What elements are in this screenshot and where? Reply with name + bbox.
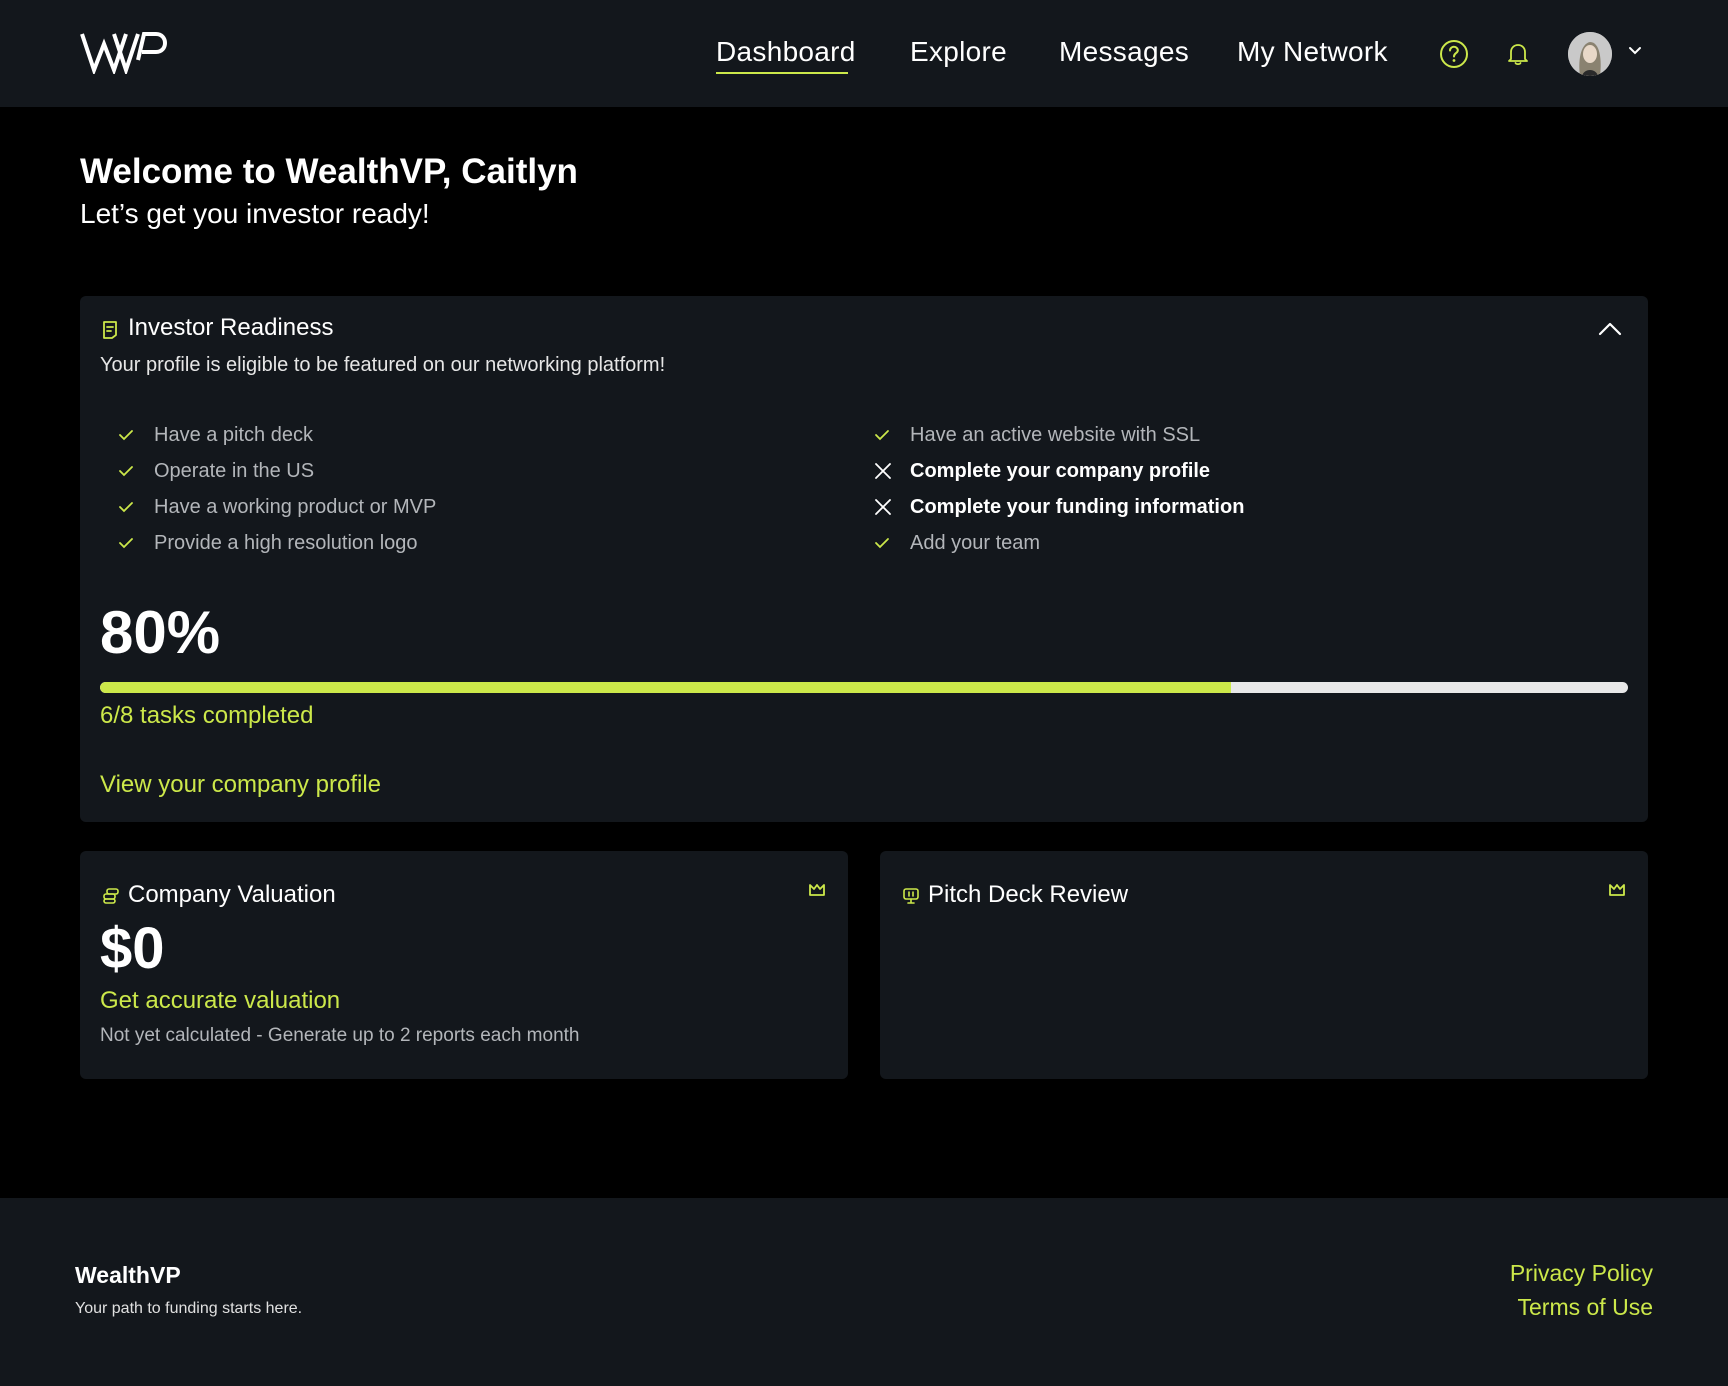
tasks-completed-text: 6/8 tasks completed <box>100 702 314 729</box>
pitch-deck-review-card: Pitch Deck Review <box>880 851 1648 1079</box>
readiness-description: Your profile is eligible to be featured … <box>100 354 666 376</box>
coins-icon <box>103 888 119 904</box>
readiness-percent: 80% <box>100 599 221 666</box>
check-icon <box>875 538 889 549</box>
crown-icon <box>1609 884 1625 896</box>
check-icon <box>119 502 133 513</box>
checklist-label: Complete your funding information <box>910 496 1245 518</box>
terms-of-use-link[interactable]: Terms of Use <box>1518 1294 1653 1321</box>
checklist-label: Have an active website with SSL <box>910 424 1201 446</box>
footer: WealthVP Your path to funding starts her… <box>0 1198 1728 1386</box>
close-icon <box>875 499 891 515</box>
page-title: Welcome to WealthVP, Caitlyn <box>80 152 578 191</box>
nav-my-network[interactable]: My Network <box>1237 36 1388 68</box>
page-subtitle: Let’s get you investor ready! <box>80 198 430 229</box>
pitch-title: Pitch Deck Review <box>928 881 1129 908</box>
checklist-label: Have a working product or MVP <box>154 496 437 518</box>
check-icon <box>875 430 889 441</box>
top-navigation-bar: Dashboard Explore Messages My Network <box>0 0 1728 107</box>
nav-messages[interactable]: Messages <box>1059 36 1189 68</box>
valuation-title: Company Valuation <box>128 881 336 908</box>
check-icon <box>119 466 133 477</box>
checklist-label: Add your team <box>910 532 1041 554</box>
crown-icon <box>809 884 825 896</box>
help-circle-icon[interactable] <box>1439 39 1469 69</box>
valuation-note: Not yet calculated - Generate up to 2 re… <box>100 1025 580 1046</box>
check-icon <box>119 430 133 441</box>
nav-dashboard[interactable]: Dashboard <box>716 36 856 74</box>
investor-readiness-card: Investor Readiness Your profile is eligi… <box>80 296 1648 822</box>
get-valuation-link[interactable]: Get accurate valuation <box>100 987 340 1015</box>
readiness-progress-bar <box>100 682 1628 693</box>
readiness-title: Investor Readiness <box>128 314 334 341</box>
footer-tagline: Your path to funding starts here. <box>75 1300 303 1317</box>
checklist-label: Complete your company profile <box>910 460 1211 482</box>
chevron-down-icon[interactable] <box>1628 46 1642 56</box>
footer-brand: WealthVP <box>75 1262 181 1288</box>
avatar[interactable] <box>1568 32 1612 76</box>
privacy-policy-link[interactable]: Privacy Policy <box>1510 1260 1653 1287</box>
check-icon <box>119 538 133 549</box>
user-photo-icon <box>1568 32 1612 76</box>
wealthvp-logo[interactable] <box>80 30 168 74</box>
close-icon <box>875 463 891 479</box>
checklist-label: Provide a high resolution logo <box>154 532 418 554</box>
checklist-label: Operate in the US <box>154 460 315 482</box>
valuation-amount: $0 <box>100 916 165 981</box>
company-valuation-card: Company Valuation $0 Get accurate valuat… <box>80 851 848 1079</box>
checklist-label: Have a pitch deck <box>154 424 313 446</box>
presentation-icon <box>903 888 919 904</box>
readiness-progress-fill <box>100 682 1231 693</box>
view-company-profile-link[interactable]: View your company profile <box>100 771 381 799</box>
checklist-icon <box>103 321 117 339</box>
nav-explore[interactable]: Explore <box>910 36 1007 68</box>
bell-icon[interactable] <box>1507 42 1529 66</box>
chevron-up-icon[interactable] <box>1598 322 1622 336</box>
